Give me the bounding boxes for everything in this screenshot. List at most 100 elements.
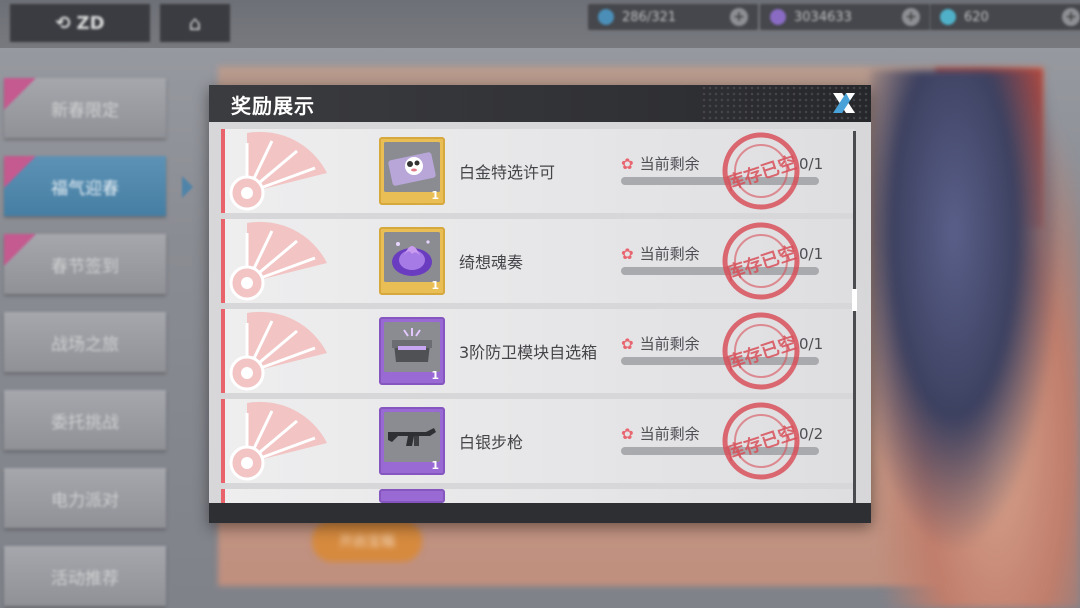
module-box-icon bbox=[384, 322, 440, 372]
item-icon-frame[interactable]: 1 bbox=[379, 317, 445, 385]
row-accent bbox=[221, 399, 225, 483]
background-open-chest-button: 开启宝箱 bbox=[312, 520, 422, 562]
item-icon-frame[interactable]: 1 bbox=[379, 227, 445, 295]
card-cat-icon bbox=[384, 142, 440, 192]
resource-gem: 620 + bbox=[930, 4, 1080, 30]
blossom-icon: ✿ bbox=[621, 154, 634, 173]
remaining-progress-bar bbox=[621, 267, 819, 275]
modal-header: 奖励展示 bbox=[209, 85, 871, 122]
modal-footer bbox=[209, 503, 871, 523]
item-quantity: 1 bbox=[431, 189, 439, 202]
row-accent bbox=[221, 309, 225, 393]
list-scrollbar[interactable] bbox=[852, 131, 857, 503]
add-crystal-button[interactable]: + bbox=[902, 8, 920, 26]
row-accent bbox=[221, 129, 225, 213]
side-tab-power-party[interactable]: 电力派对 bbox=[4, 468, 166, 528]
energy-icon bbox=[598, 9, 614, 25]
new-tag bbox=[4, 156, 36, 188]
remaining-label: ✿ 当前剩余 bbox=[621, 423, 700, 444]
out-of-stock-stamp: 库存已空 bbox=[722, 402, 800, 480]
side-tab-recommend[interactable]: 活动推荐 bbox=[4, 546, 166, 606]
logo-mark: ZD bbox=[76, 12, 105, 34]
row-accent bbox=[221, 489, 225, 503]
fan-decoration-icon bbox=[229, 401, 327, 481]
remaining-text: 当前剩余 bbox=[639, 335, 700, 353]
reward-display-modal: 奖励展示 1 白金特选许可 ✿ 当前剩余 0/1 库存已空 1 绮想魂奏 ✿ 当… bbox=[209, 85, 871, 523]
item-icon-frame[interactable] bbox=[379, 489, 445, 503]
stamp-text: 库存已空 bbox=[724, 421, 799, 464]
fan-decoration-icon bbox=[229, 221, 327, 301]
item-name: 白银步枪 bbox=[459, 433, 524, 452]
close-button[interactable] bbox=[829, 90, 859, 116]
reward-list[interactable]: 1 白金特选许可 ✿ 当前剩余 0/1 库存已空 1 绮想魂奏 ✿ 当前剩余 0… bbox=[209, 122, 871, 503]
resource-energy: 286/321 + bbox=[588, 4, 758, 30]
reward-row: 1 白银步枪 ✿ 当前剩余 0/2 库存已空 bbox=[221, 399, 855, 483]
reward-row: 1 绮想魂奏 ✿ 当前剩余 0/1 库存已空 bbox=[221, 219, 855, 303]
remaining-progress-bar bbox=[621, 177, 819, 185]
remaining-progress-bar bbox=[621, 357, 819, 365]
side-tab-label: 电力派对 bbox=[51, 490, 119, 511]
reward-row: 1 白金特选许可 ✿ 当前剩余 0/1 库存已空 bbox=[221, 129, 855, 213]
rifle-icon-art bbox=[384, 412, 440, 462]
purple-flame-orb-icon bbox=[384, 232, 440, 282]
gem-icon bbox=[940, 9, 956, 25]
out-of-stock-stamp: 库存已空 bbox=[722, 312, 800, 390]
energy-value: 286/321 bbox=[622, 9, 677, 25]
fan-decoration-icon bbox=[229, 131, 327, 211]
purple-flame-orb-icon-art bbox=[384, 232, 440, 282]
side-tab-label: 委托挑战 bbox=[51, 412, 119, 433]
scroll-thumb[interactable] bbox=[852, 289, 857, 311]
stamp-text: 库存已空 bbox=[724, 241, 799, 284]
item-name: 绮想魂奏 bbox=[459, 253, 524, 272]
side-tab-spring-signin[interactable]: 春节签到 bbox=[4, 234, 166, 294]
item-quantity: 1 bbox=[431, 279, 439, 292]
module-box-icon-art bbox=[384, 322, 440, 372]
crystal-value: 3034633 bbox=[794, 9, 852, 25]
active-tab-arrow-icon bbox=[182, 176, 193, 198]
crystal-icon bbox=[770, 9, 786, 25]
side-tab-label: 活动推荐 bbox=[51, 568, 119, 589]
background-open-chest-label: 开启宝箱 bbox=[339, 534, 395, 550]
back-button[interactable]: ⟲ ZD bbox=[10, 4, 150, 42]
modal-title: 奖励展示 bbox=[231, 94, 315, 118]
fan-decoration-icon bbox=[229, 311, 327, 391]
out-of-stock-stamp: 库存已空 bbox=[722, 222, 800, 300]
item-quantity: 1 bbox=[431, 459, 439, 472]
remaining-count: 0/1 bbox=[799, 335, 824, 353]
side-tab-label: 福气迎春 bbox=[51, 178, 119, 199]
item-icon-frame[interactable]: 1 bbox=[379, 137, 445, 205]
add-energy-button[interactable]: + bbox=[730, 8, 748, 26]
resource-crystal: 3034633 + bbox=[760, 4, 930, 30]
reward-row: 1 3阶防卫模块自选箱 ✿ 当前剩余 0/1 库存已空 bbox=[221, 309, 855, 393]
stamp-text: 库存已空 bbox=[724, 331, 799, 374]
remaining-text: 当前剩余 bbox=[639, 155, 700, 173]
new-tag bbox=[4, 78, 36, 110]
side-tab-fortune-spring[interactable]: 福气迎春 bbox=[4, 156, 166, 216]
reward-row-partial bbox=[221, 489, 855, 503]
side-tab-battlefield[interactable]: 战场之旅 bbox=[4, 312, 166, 372]
blossom-icon: ✿ bbox=[621, 424, 634, 443]
side-tab-commission[interactable]: 委托挑战 bbox=[4, 390, 166, 450]
blossom-icon: ✿ bbox=[621, 244, 634, 263]
close-icon bbox=[833, 93, 855, 113]
side-tab-new-year-limited[interactable]: 新春限定 bbox=[4, 78, 166, 138]
out-of-stock-stamp: 库存已空 bbox=[722, 132, 800, 210]
add-gem-button[interactable]: + bbox=[1062, 8, 1080, 26]
new-tag bbox=[4, 234, 36, 266]
home-button[interactable]: ⌂ bbox=[160, 4, 230, 42]
remaining-text: 当前剩余 bbox=[639, 245, 700, 263]
remaining-text: 当前剩余 bbox=[639, 425, 700, 443]
item-quantity: 1 bbox=[431, 369, 439, 382]
background-character-art bbox=[870, 70, 1080, 608]
remaining-label: ✿ 当前剩余 bbox=[621, 153, 700, 174]
item-name: 白金特选许可 bbox=[459, 163, 556, 182]
item-icon-frame[interactable]: 1 bbox=[379, 407, 445, 475]
side-tab-label: 新春限定 bbox=[51, 100, 119, 121]
home-icon: ⌂ bbox=[188, 11, 202, 35]
row-accent bbox=[221, 219, 225, 303]
rifle-icon bbox=[384, 412, 440, 462]
blossom-icon: ✿ bbox=[621, 334, 634, 353]
stamp-text: 库存已空 bbox=[724, 151, 799, 194]
item-name: 3阶防卫模块自选箱 bbox=[459, 343, 598, 362]
card-cat-icon-art bbox=[384, 142, 440, 192]
